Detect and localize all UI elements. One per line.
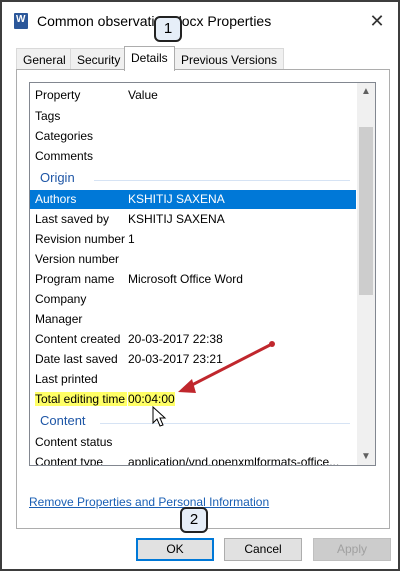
- column-header-property[interactable]: Property: [35, 88, 80, 102]
- list-item[interactable]: Categories: [30, 127, 356, 146]
- scroll-up-icon[interactable]: ▲: [357, 83, 375, 100]
- list-item[interactable]: Program name Microsoft Office Word: [30, 270, 356, 289]
- property-name: Categories: [35, 129, 94, 143]
- group-label: Origin: [40, 170, 75, 185]
- property-name: Last printed: [35, 372, 98, 386]
- remove-properties-link[interactable]: Remove Properties and Personal Informati…: [29, 495, 269, 509]
- property-value: 1: [128, 232, 135, 246]
- property-value: KSHITIJ SAXENA: [128, 192, 225, 206]
- group-label: Content: [40, 413, 86, 428]
- list-item[interactable]: Content status: [30, 433, 356, 452]
- close-icon[interactable]: ✕: [366, 10, 388, 32]
- properties-dialog: Common observation.docx Properties ✕ Gen…: [0, 0, 400, 571]
- property-name: Authors: [35, 192, 77, 206]
- list-item[interactable]: Total editing time 00:04:00: [30, 390, 356, 409]
- property-name: Content created: [35, 332, 121, 346]
- word-document-icon: [14, 13, 28, 29]
- callout-badge-1: 1: [154, 16, 182, 42]
- list-item[interactable]: Authors KSHITIJ SAXENA: [30, 190, 356, 209]
- property-name: Tags: [35, 109, 61, 123]
- property-name: Manager: [35, 312, 83, 326]
- property-name: Last saved by: [35, 212, 110, 226]
- callout-badge-2: 2: [180, 507, 208, 533]
- property-name: Program name: [35, 272, 115, 286]
- list-item[interactable]: Content created 20-03-2017 22:38: [30, 330, 356, 349]
- property-name: Content status: [35, 435, 113, 449]
- group-header-origin: Origin: [30, 169, 356, 189]
- property-name: Revision number: [35, 232, 126, 246]
- list-item[interactable]: Date last saved 20-03-2017 23:21: [30, 350, 356, 369]
- group-divider: [94, 180, 350, 181]
- scroll-down-icon[interactable]: ▼: [357, 448, 375, 465]
- scroll-thumb[interactable]: [359, 127, 373, 295]
- tab-previous-versions[interactable]: Previous Versions: [174, 48, 285, 70]
- property-name: Company: [35, 292, 87, 306]
- details-panel: Property Value Tags Categories Comments: [16, 69, 390, 529]
- property-name: Comments: [35, 149, 94, 163]
- group-header-content: Content: [30, 412, 356, 432]
- column-header-value[interactable]: Value: [128, 88, 158, 102]
- list-header: Property Value: [30, 83, 356, 107]
- list-item[interactable]: Tags: [30, 107, 356, 126]
- list-item[interactable]: Content type application/vnd.openxmlform…: [30, 453, 356, 466]
- list-item[interactable]: Last saved by KSHITIJ SAXENA: [30, 210, 356, 229]
- list-item[interactable]: Version number: [30, 250, 356, 269]
- title-bar: Common observation.docx Properties ✕: [4, 4, 398, 38]
- vertical-scrollbar[interactable]: ▲ ▼: [357, 83, 375, 465]
- ok-button[interactable]: OK: [136, 538, 214, 561]
- property-value: application/vnd.openxmlformats-office...: [128, 455, 340, 466]
- mouse-cursor-icon: [152, 406, 167, 427]
- tab-security[interactable]: Security: [70, 48, 128, 70]
- property-value: 00:04:00: [128, 392, 175, 406]
- list-item[interactable]: Comments: [30, 147, 356, 166]
- property-name: Date last saved: [35, 352, 118, 366]
- apply-button[interactable]: Apply: [313, 538, 391, 561]
- property-value: 20-03-2017 22:38: [128, 332, 223, 346]
- property-value: Microsoft Office Word: [128, 272, 243, 286]
- list-item[interactable]: Company: [30, 290, 356, 309]
- property-name: Total editing time: [35, 392, 128, 406]
- tab-details[interactable]: Details: [124, 46, 175, 71]
- list-item[interactable]: Revision number 1: [30, 230, 356, 249]
- property-name: Version number: [35, 252, 120, 266]
- tab-strip: General Security Details Previous Versio…: [16, 46, 392, 71]
- list-item[interactable]: Manager: [30, 310, 356, 329]
- properties-list[interactable]: Property Value Tags Categories Comments: [29, 82, 376, 466]
- group-divider: [100, 423, 350, 424]
- property-value: 20-03-2017 23:21: [128, 352, 223, 366]
- cancel-button[interactable]: Cancel: [224, 538, 302, 561]
- tab-general[interactable]: General: [16, 48, 73, 70]
- property-value: KSHITIJ SAXENA: [128, 212, 225, 226]
- property-name: Content type: [35, 455, 104, 466]
- list-item[interactable]: Last printed: [30, 370, 356, 389]
